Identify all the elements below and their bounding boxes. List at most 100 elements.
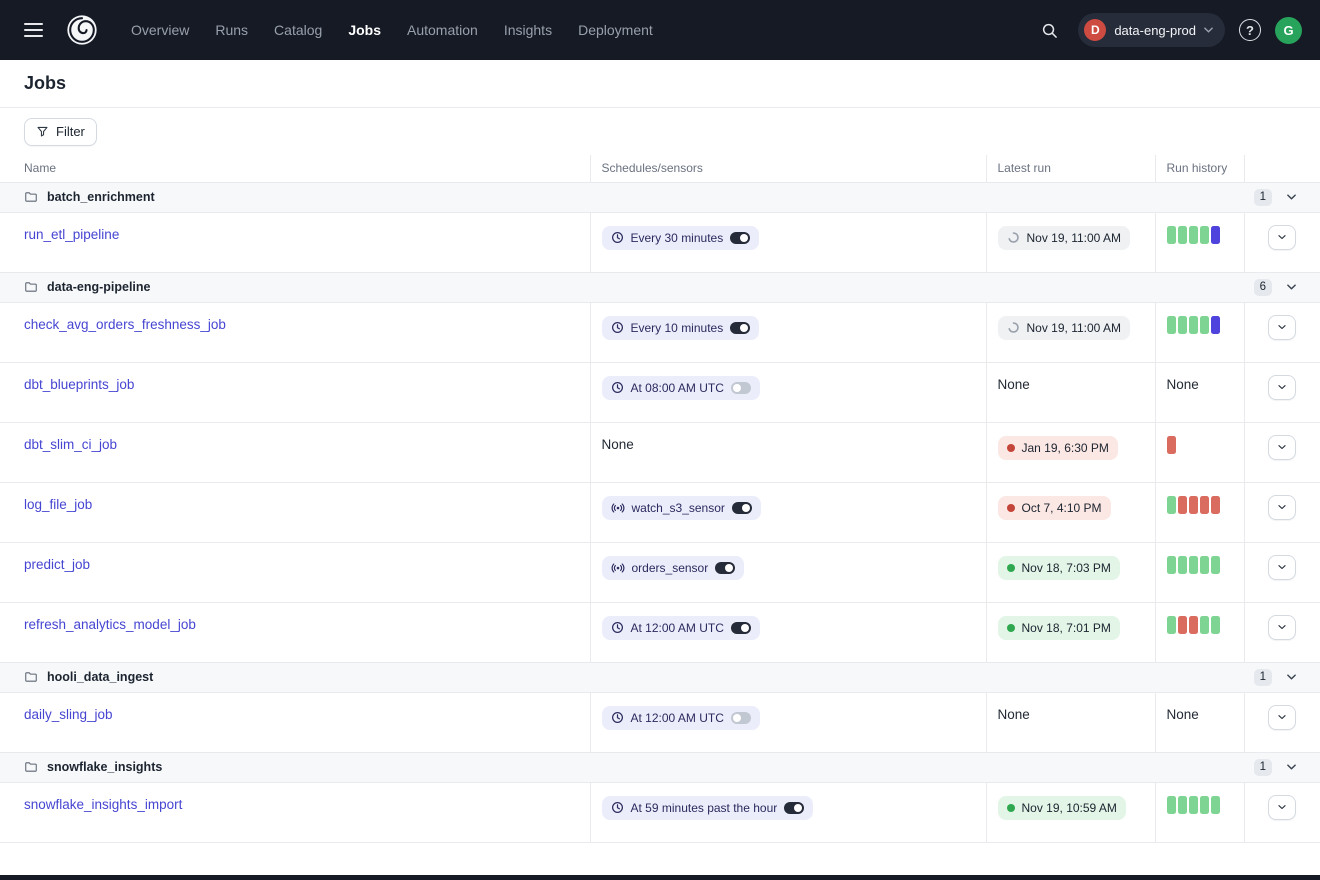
latest-run-badge[interactable]: Nov 18, 7:01 PM xyxy=(998,616,1120,640)
run-history-bar[interactable] xyxy=(1167,556,1176,574)
sensor-icon xyxy=(611,561,625,575)
nav-item-jobs[interactable]: Jobs xyxy=(348,22,381,38)
run-history-bar[interactable] xyxy=(1167,316,1176,334)
status-dot-icon xyxy=(1007,624,1015,632)
job-name-link[interactable]: snowflake_insights_import xyxy=(24,797,182,812)
schedule-toggle[interactable] xyxy=(730,322,750,334)
job-name-link[interactable]: predict_job xyxy=(24,557,90,572)
group-name: data-eng-pipeline xyxy=(47,280,150,294)
latest-run-label: Jan 19, 6:30 PM xyxy=(1022,440,1109,456)
folder-icon xyxy=(24,760,38,774)
run-history-bar[interactable] xyxy=(1200,316,1209,334)
expand-row-button[interactable] xyxy=(1268,435,1296,460)
job-name-link[interactable]: dbt_blueprints_job xyxy=(24,377,134,392)
job-group-row[interactable]: data-eng-pipeline6 xyxy=(0,272,1320,302)
run-history-bar[interactable] xyxy=(1178,496,1187,514)
latest-run-badge[interactable]: Nov 19, 11:00 AM xyxy=(998,226,1131,250)
expand-row-button[interactable] xyxy=(1268,375,1296,400)
run-history-bar[interactable] xyxy=(1200,616,1209,634)
schedule-toggle[interactable] xyxy=(784,802,804,814)
schedule-label: At 12:00 AM UTC xyxy=(631,710,724,726)
expand-row-button[interactable] xyxy=(1268,705,1296,730)
hamburger-menu-button[interactable] xyxy=(18,16,49,44)
clock-icon xyxy=(611,321,624,334)
run-history-bar[interactable] xyxy=(1178,316,1187,334)
run-history-bar[interactable] xyxy=(1200,556,1209,574)
expand-row-button[interactable] xyxy=(1268,555,1296,580)
run-history-bar[interactable] xyxy=(1211,616,1220,634)
run-history-bar[interactable] xyxy=(1211,226,1220,244)
schedule-toggle[interactable] xyxy=(731,712,751,724)
expand-row-button[interactable] xyxy=(1268,615,1296,640)
latest-run-badge[interactable]: Oct 7, 4:10 PM xyxy=(998,496,1111,520)
nav-item-deployment[interactable]: Deployment xyxy=(578,22,653,38)
job-row: check_avg_orders_freshness_jobEvery 10 m… xyxy=(0,302,1320,362)
expand-row-button[interactable] xyxy=(1268,795,1296,820)
run-history-bar[interactable] xyxy=(1189,496,1198,514)
run-history-bar[interactable] xyxy=(1178,556,1187,574)
expand-row-button[interactable] xyxy=(1268,495,1296,520)
column-header-run-history: Run history xyxy=(1155,155,1244,182)
run-history-bar[interactable] xyxy=(1178,616,1187,634)
dagster-logo[interactable] xyxy=(65,13,99,47)
schedule-toggle[interactable] xyxy=(731,382,751,394)
job-name-link[interactable]: log_file_job xyxy=(24,497,92,512)
user-avatar[interactable]: G xyxy=(1275,17,1302,44)
schedule-toggle[interactable] xyxy=(715,562,735,574)
run-history-bar[interactable] xyxy=(1211,316,1220,334)
job-group-row[interactable]: batch_enrichment1 xyxy=(0,182,1320,212)
run-history-bar[interactable] xyxy=(1167,226,1176,244)
nav-item-overview[interactable]: Overview xyxy=(131,22,189,38)
job-name-link[interactable]: daily_sling_job xyxy=(24,707,113,722)
run-history-bar[interactable] xyxy=(1200,496,1209,514)
latest-run-badge[interactable]: Nov 19, 10:59 AM xyxy=(998,796,1126,820)
schedule-toggle[interactable] xyxy=(731,622,751,634)
run-history-bar[interactable] xyxy=(1189,616,1198,634)
run-history-bar[interactable] xyxy=(1167,616,1176,634)
expand-row-button[interactable] xyxy=(1268,315,1296,340)
nav-item-runs[interactable]: Runs xyxy=(215,22,248,38)
job-name-link[interactable]: refresh_analytics_model_job xyxy=(24,617,196,632)
run-history-bar[interactable] xyxy=(1167,796,1176,814)
latest-run-badge[interactable]: Nov 18, 7:03 PM xyxy=(998,556,1120,580)
job-name-link[interactable]: dbt_slim_ci_job xyxy=(24,437,117,452)
expand-row-button[interactable] xyxy=(1268,225,1296,250)
nav-item-catalog[interactable]: Catalog xyxy=(274,22,322,38)
schedule-toggle[interactable] xyxy=(732,502,752,514)
run-history-bar[interactable] xyxy=(1211,496,1220,514)
run-history-bar[interactable] xyxy=(1211,556,1220,574)
run-history-bar[interactable] xyxy=(1200,226,1209,244)
deployment-switcher[interactable]: D data-eng-prod xyxy=(1078,13,1225,47)
job-name-link[interactable]: check_avg_orders_freshness_job xyxy=(24,317,226,332)
run-history-bar[interactable] xyxy=(1167,496,1176,514)
job-group-row[interactable]: snowflake_insights1 xyxy=(0,752,1320,782)
app-root: Overview Runs Catalog Jobs Automation In… xyxy=(0,0,1320,843)
chevron-down-icon[interactable] xyxy=(1287,284,1296,290)
chevron-down-icon[interactable] xyxy=(1287,674,1296,680)
job-group-row[interactable]: hooli_data_ingest1 xyxy=(0,662,1320,692)
nav-item-automation[interactable]: Automation xyxy=(407,22,478,38)
run-history-bar[interactable] xyxy=(1189,796,1198,814)
help-button[interactable]: ? xyxy=(1239,19,1261,41)
schedule-badge: At 12:00 AM UTC xyxy=(602,706,760,730)
chevron-down-icon[interactable] xyxy=(1287,764,1296,770)
status-dot-icon xyxy=(1007,804,1015,812)
run-history-bar[interactable] xyxy=(1178,796,1187,814)
run-history-bar[interactable] xyxy=(1189,226,1198,244)
job-name-link[interactable]: run_etl_pipeline xyxy=(24,227,119,242)
run-history-bar[interactable] xyxy=(1211,796,1220,814)
jobs-table-body: batch_enrichment1run_etl_pipelineEvery 3… xyxy=(0,182,1320,842)
run-history-bar[interactable] xyxy=(1167,436,1176,454)
nav-item-insights[interactable]: Insights xyxy=(504,22,552,38)
run-history-bar[interactable] xyxy=(1189,316,1198,334)
group-name: snowflake_insights xyxy=(47,760,162,774)
schedule-toggle[interactable] xyxy=(730,232,750,244)
run-history-bar[interactable] xyxy=(1200,796,1209,814)
latest-run-badge[interactable]: Nov 19, 11:00 AM xyxy=(998,316,1131,340)
chevron-down-icon[interactable] xyxy=(1287,194,1296,200)
latest-run-badge[interactable]: Jan 19, 6:30 PM xyxy=(998,436,1118,460)
run-history-bar[interactable] xyxy=(1178,226,1187,244)
run-history-bar[interactable] xyxy=(1189,556,1198,574)
search-button[interactable] xyxy=(1035,16,1064,45)
filter-button[interactable]: Filter xyxy=(24,118,97,146)
